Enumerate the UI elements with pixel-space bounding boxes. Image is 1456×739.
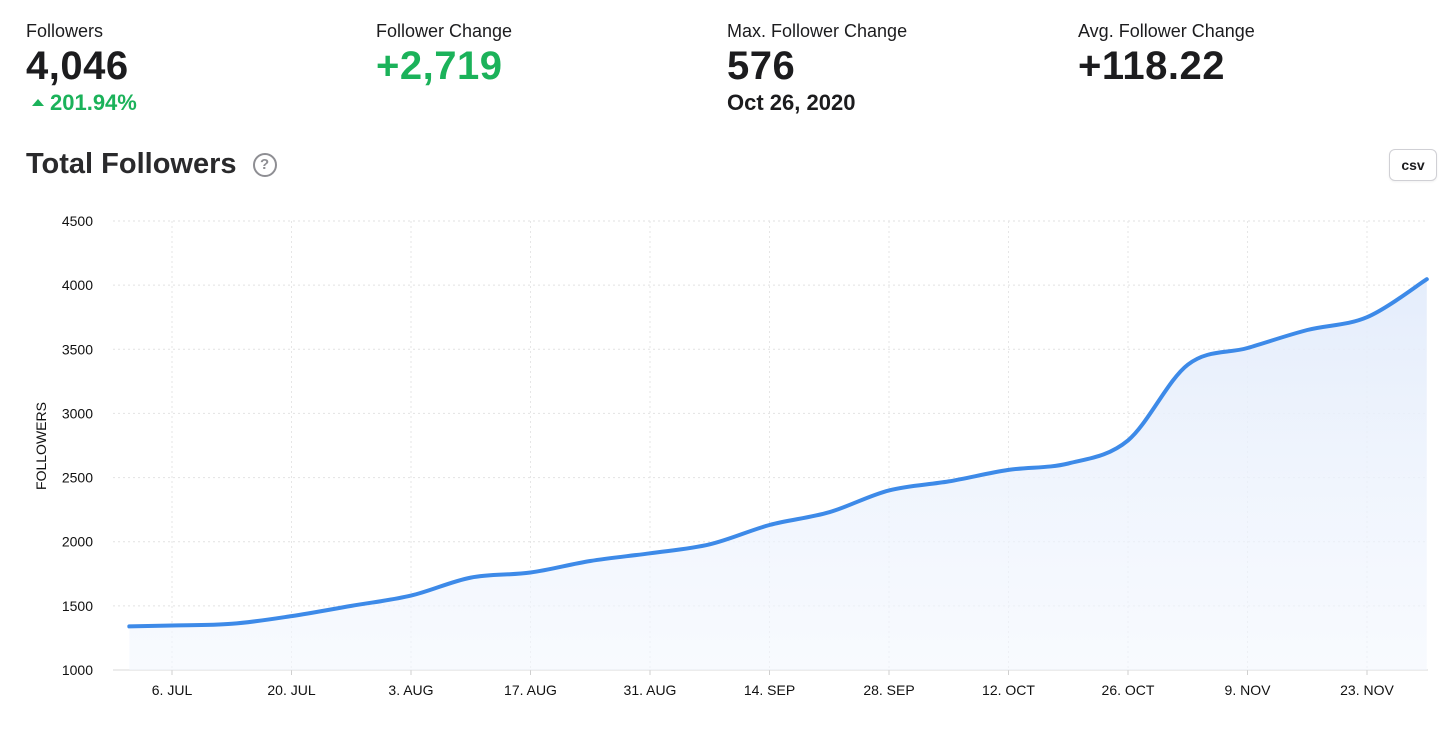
y-tick-label: 4500 [62, 213, 93, 229]
y-tick-label: 2000 [62, 534, 93, 550]
y-tick-label: 4000 [62, 277, 93, 293]
y-tick-label: 1000 [62, 662, 93, 678]
y-tick-label: 2500 [62, 470, 93, 486]
x-tick-label: 31. AUG [624, 682, 677, 698]
followers-chart: 1000 1500 2000 2500 3000 3500 4000 4500 6. JUL 2… [33, 213, 1429, 698]
x-tick-label: 17. AUG [504, 682, 557, 698]
x-tick-label: 26. OCT [1102, 682, 1155, 698]
y-axis-label: FOLLOWERS [33, 402, 49, 490]
x-tick-label: 20. JUL [267, 682, 315, 698]
x-tick-label: 28. SEP [863, 682, 914, 698]
x-tick-label: 14. SEP [744, 682, 795, 698]
y-tick-label: 3000 [62, 405, 93, 421]
x-tick-label: 3. AUG [388, 682, 433, 698]
y-axis: 1000 1500 2000 2500 3000 3500 4000 4500 [62, 213, 93, 678]
y-tick-label: 3500 [62, 341, 93, 357]
x-tick-label: 23. NOV [1340, 682, 1394, 698]
y-tick-label: 1500 [62, 598, 93, 614]
x-tick-label: 6. JUL [152, 682, 193, 698]
x-axis: 6. JUL 20. JUL 3. AUG 17. AUG 31. AUG 14. SEP… [152, 682, 1395, 698]
x-tick-label: 12. OCT [982, 682, 1035, 698]
x-tick-label: 9. NOV [1225, 682, 1272, 698]
